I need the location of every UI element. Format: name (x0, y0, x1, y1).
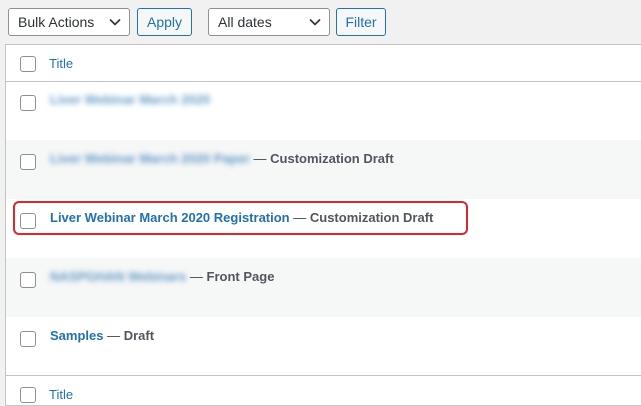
tablenav-top: Bulk Actions Apply All dates Filter (0, 0, 641, 44)
title-column-header[interactable]: Title (49, 56, 73, 71)
table-row: Liver Webinar March 2020 (6, 81, 641, 140)
table-footer-row: Title (6, 375, 641, 405)
row-title-line: Liver Webinar March 2020 (50, 92, 210, 107)
row-title-link[interactable]: Liver Webinar March 2020 (50, 92, 210, 107)
row-separator: — (253, 151, 267, 166)
row-separator: — (293, 210, 307, 225)
row-post-state: Draft (123, 328, 155, 343)
chevron-down-icon (309, 18, 321, 26)
row-title-link[interactable]: NASPGHAN Webinars (50, 269, 186, 284)
row-title-link[interactable]: Liver Webinar March 2020 Paper (50, 151, 250, 166)
row-title-link[interactable]: Liver Webinar March 2020 Registration (50, 210, 290, 225)
table-row: NASPGHAN Webinars — Front Page (6, 258, 641, 317)
row-post-state: Customization Draft (270, 151, 394, 166)
row-title-line: Liver Webinar March 2020 Registration — … (50, 210, 433, 225)
row-post-state: Front Page (206, 269, 275, 284)
select-all-checkbox[interactable] (20, 56, 36, 72)
title-column-footer[interactable]: Title (49, 387, 73, 402)
apply-button[interactable]: Apply (137, 8, 192, 36)
row-checkbox[interactable] (20, 331, 36, 347)
row-post-state: Customization Draft (309, 210, 434, 225)
row-title-link[interactable]: Samples (50, 328, 103, 343)
filter-button[interactable]: Filter (336, 8, 386, 36)
bulk-actions-select[interactable]: Bulk Actions (8, 8, 130, 36)
row-checkbox[interactable] (20, 213, 36, 229)
row-checkbox[interactable] (20, 272, 36, 288)
row-title-line: NASPGHAN Webinars — Front Page (50, 269, 274, 284)
date-filter-value: All dates (218, 14, 272, 30)
date-filter-select[interactable]: All dates (208, 8, 330, 36)
chevron-down-icon (109, 18, 121, 26)
pages-list-table: Title Liver Webinar March 2020 Liver Web… (5, 44, 641, 406)
row-checkbox[interactable] (20, 95, 36, 111)
table-header-row: Title (6, 45, 641, 82)
select-all-checkbox-footer[interactable] (20, 387, 36, 403)
row-checkbox[interactable] (20, 154, 36, 170)
row-separator: — (107, 328, 121, 343)
table-row: Samples — Draft (6, 317, 641, 376)
row-title-line: Samples — Draft (50, 328, 154, 343)
bulk-actions-value: Bulk Actions (18, 14, 95, 30)
table-row: Liver Webinar March 2020 Paper — Customi… (6, 140, 641, 199)
row-title-line: Liver Webinar March 2020 Paper — Customi… (50, 151, 394, 166)
table-row: Liver Webinar March 2020 Registration — … (6, 199, 641, 258)
row-separator: — (189, 269, 203, 284)
